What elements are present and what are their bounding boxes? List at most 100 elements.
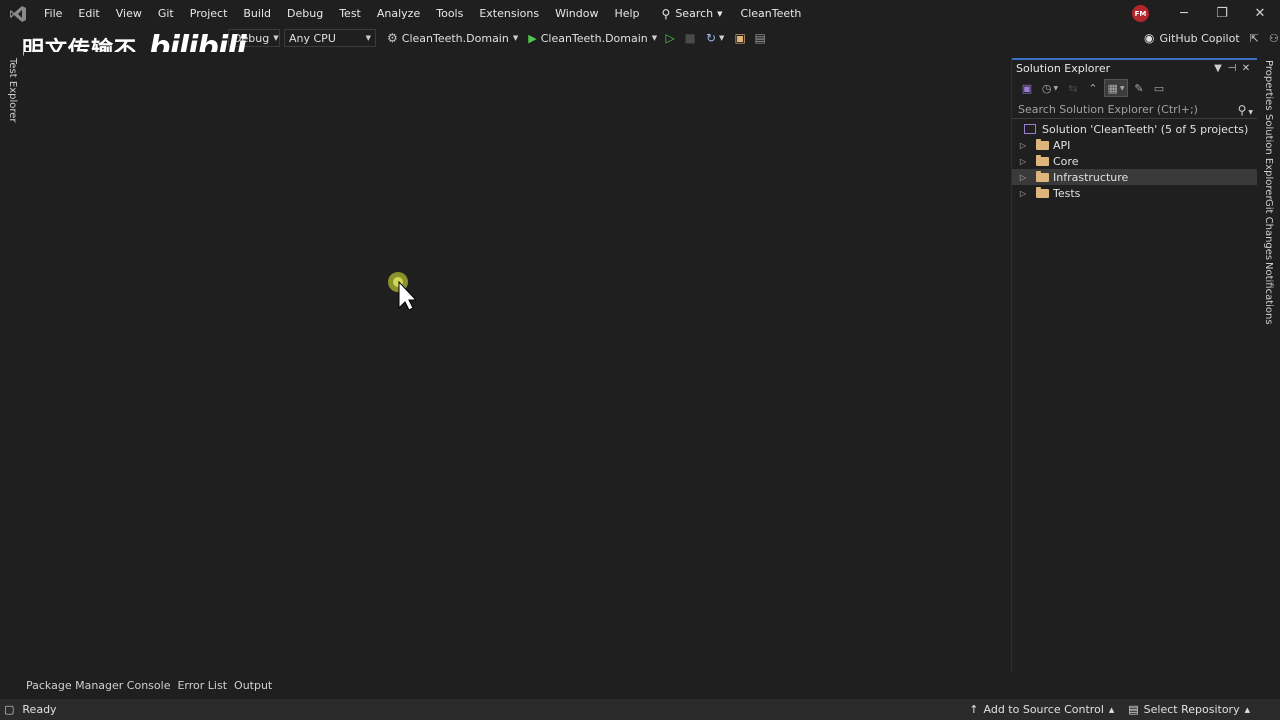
collapse-all-icon[interactable]: ⌃: [1084, 79, 1102, 97]
repository-icon: ▤: [1128, 703, 1139, 716]
status-ready: ▢ Ready: [4, 703, 57, 716]
chevron-down-icon: ▼: [365, 34, 371, 42]
menu-window[interactable]: Window: [547, 0, 606, 27]
menu-git[interactable]: Git: [150, 0, 182, 27]
show-all-files-icon[interactable]: ▦ ▼: [1104, 79, 1128, 97]
expand-arrow-icon[interactable]: ▷: [1018, 189, 1028, 198]
layout-icon[interactable]: ▤: [750, 28, 770, 48]
minimize-button[interactable]: ─: [1165, 0, 1203, 27]
tab-test-explorer[interactable]: Test Explorer: [7, 58, 18, 123]
switch-views-icon[interactable]: ▣: [1018, 79, 1036, 97]
notification-square-icon: ▢: [4, 703, 15, 716]
folder-icon: [1036, 154, 1049, 166]
menu-debug[interactable]: Debug: [279, 0, 331, 27]
copilot-label: GitHub Copilot: [1159, 31, 1240, 45]
stop-icon[interactable]: ■: [680, 28, 700, 48]
open-folder-icon[interactable]: ▣: [730, 28, 750, 48]
tree-row-folder-api[interactable]: ▷ API: [1012, 137, 1257, 153]
select-repository-button[interactable]: ▤ Select Repository ▲: [1128, 703, 1250, 716]
menu-file[interactable]: File: [36, 0, 70, 27]
folder-label: Core: [1053, 154, 1079, 168]
bottom-panel-tabs: Package Manager Console Error List Outpu…: [24, 676, 277, 694]
pin-icon[interactable]: ⊣: [1225, 63, 1239, 74]
properties-wrench-icon[interactable]: ✎: [1130, 79, 1148, 97]
run-button[interactable]: ▶ CleanTeeth.Domain ▼: [525, 32, 660, 45]
play-icon: ▶: [528, 31, 537, 45]
platform-value: Any CPU: [289, 31, 336, 45]
add-to-source-control-button[interactable]: ↑ Add to Source Control ▲: [969, 703, 1114, 716]
menu-build[interactable]: Build: [235, 0, 279, 27]
folder-label: API: [1053, 138, 1071, 152]
menu-project[interactable]: Project: [182, 0, 236, 27]
maximize-button[interactable]: ❐: [1203, 0, 1241, 27]
chevron-up-icon: ▲: [1244, 705, 1250, 714]
menu-tools[interactable]: Tools: [428, 0, 471, 27]
folder-icon: [1036, 186, 1049, 198]
solution-explorer-toolbar: ▣ ◷ ▼ ⇆ ⌃ ▦ ▼ ✎ ▭: [1012, 77, 1257, 99]
gear-icon: ⚙: [387, 31, 398, 45]
start-without-debugging-icon[interactable]: ▷: [660, 28, 680, 48]
copilot-icon: ◉: [1144, 31, 1155, 45]
mouse-cursor: [388, 272, 416, 310]
solution-label: Solution 'CleanTeeth' (5 of 5 projects): [1042, 122, 1249, 136]
solution-explorer-search-input[interactable]: [1018, 103, 1228, 116]
user-avatar[interactable]: FM: [1132, 5, 1149, 22]
tab-solution-explorer[interactable]: Solution Explorer: [1263, 114, 1274, 200]
expand-arrow-icon[interactable]: ▷: [1018, 141, 1028, 150]
tree-row-folder-core[interactable]: ▷ Core: [1012, 153, 1257, 169]
tab-properties[interactable]: Properties: [1263, 60, 1274, 111]
close-window-button[interactable]: ✕: [1241, 0, 1279, 27]
expand-arrow-icon[interactable]: ▷: [1018, 157, 1028, 166]
panel-header-buttons: ▼ ⊣ ✕: [1211, 63, 1253, 74]
menu-help[interactable]: Help: [606, 0, 647, 27]
menu-analyze[interactable]: Analyze: [369, 0, 428, 27]
chevron-down-icon: ▼: [651, 34, 658, 42]
solution-explorer-search: ⚲▼: [1012, 101, 1257, 119]
folder-icon: [1036, 138, 1049, 150]
menu-items: File Edit View Git Project Build Debug T…: [36, 0, 648, 27]
panel-options-icon[interactable]: ▼: [1211, 63, 1225, 74]
search-icon[interactable]: ⚲ ▼: [1238, 103, 1253, 117]
tree-row-folder-tests[interactable]: ▷ Tests: [1012, 185, 1257, 201]
arrow-up-icon: ↑: [969, 703, 979, 716]
menu-edit[interactable]: Edit: [70, 0, 107, 27]
tab-notifications[interactable]: Notifications: [1263, 262, 1274, 325]
solution-explorer-header: Solution Explorer ▼ ⊣ ✕: [1012, 58, 1257, 77]
source-control-label: Add to Source Control: [983, 703, 1104, 716]
refresh-icon[interactable]: ↻ ▼: [700, 28, 730, 48]
github-copilot-button[interactable]: ◉ GitHub Copilot ⇱ ⚇: [1144, 27, 1279, 49]
history-icon[interactable]: ◷ ▼: [1038, 79, 1062, 97]
tab-git-changes[interactable]: Git Changes: [1263, 199, 1274, 260]
editor-area: [24, 52, 1008, 672]
folder-label: Tests: [1053, 186, 1081, 200]
solution-title: CleanTeeth: [740, 7, 802, 20]
search-label: Search: [675, 7, 714, 20]
tree-row-solution[interactable]: Solution 'CleanTeeth' (5 of 5 projects): [1012, 121, 1257, 137]
menu-bar: File Edit View Git Project Build Debug T…: [0, 0, 1280, 27]
chevron-up-icon: ▲: [1108, 705, 1115, 714]
select-repository-label: Select Repository: [1143, 703, 1240, 716]
preview-icon[interactable]: ▭: [1150, 79, 1168, 97]
platform-select[interactable]: Any CPU ▼: [284, 29, 376, 47]
left-tool-strip: Test Explorer: [0, 52, 24, 672]
share-icon: ⇱: [1249, 31, 1259, 45]
tree-row-folder-infrastructure[interactable]: ▷ Infrastructure: [1012, 169, 1257, 185]
startup-project-select[interactable]: ⚙ CleanTeeth.Domain ▼: [384, 31, 521, 45]
chevron-down-icon: ▼: [273, 34, 279, 42]
menu-view[interactable]: View: [108, 0, 150, 27]
folder-label: Infrastructure: [1053, 170, 1129, 184]
tab-output[interactable]: Output: [232, 679, 277, 692]
solution-icon: [1024, 124, 1036, 134]
startup-project-value: CleanTeeth.Domain: [401, 31, 509, 45]
solution-explorer-panel: Solution Explorer ▼ ⊣ ✕ ▣ ◷ ▼ ⇆ ⌃ ▦ ▼ ✎ ▭ …: [1011, 58, 1257, 672]
tab-package-manager-console[interactable]: Package Manager Console: [24, 679, 175, 692]
expand-arrow-icon[interactable]: ▷: [1018, 173, 1028, 182]
menu-extensions[interactable]: Extensions: [471, 0, 547, 27]
run-target-label: CleanTeeth.Domain: [540, 31, 648, 45]
global-search-button[interactable]: ⚲ Search ▼: [656, 4, 729, 24]
close-icon[interactable]: ✕: [1239, 63, 1253, 74]
menu-test[interactable]: Test: [331, 0, 369, 27]
visual-studio-icon[interactable]: [0, 0, 36, 27]
sync-icon[interactable]: ⇆: [1064, 79, 1082, 97]
tab-error-list[interactable]: Error List: [175, 679, 232, 692]
